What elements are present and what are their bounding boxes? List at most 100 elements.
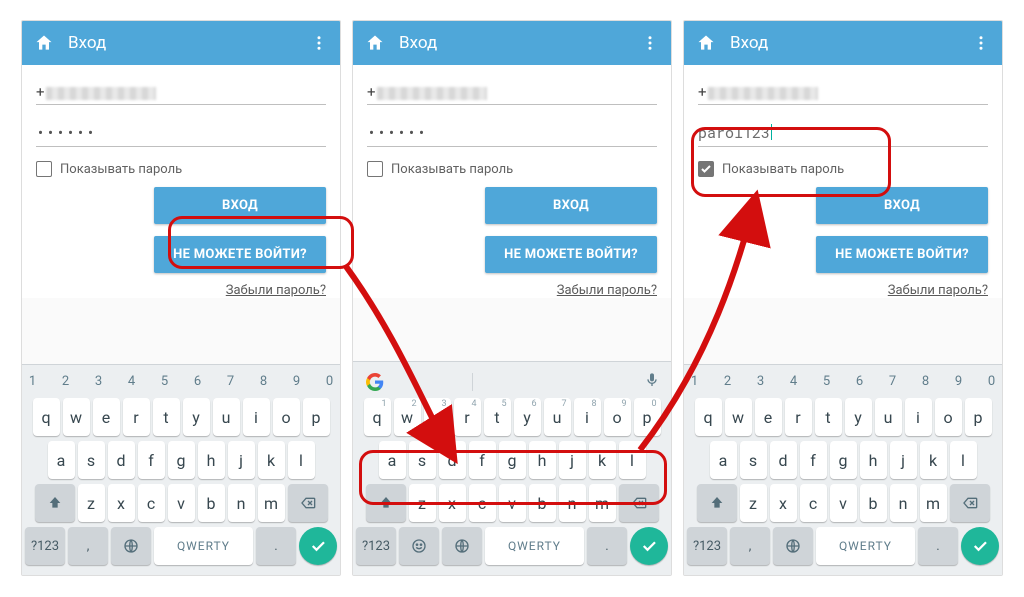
key-e[interactable]: e xyxy=(755,398,782,436)
google-icon[interactable] xyxy=(364,371,386,393)
login-button[interactable]: ВХОД xyxy=(485,187,657,224)
key-d[interactable]: d xyxy=(770,441,797,479)
key-p[interactable]: p0 xyxy=(634,398,661,436)
key-l[interactable]: l xyxy=(619,441,646,479)
more-vert-icon[interactable] xyxy=(972,34,990,52)
key-v[interactable]: v xyxy=(168,484,195,522)
space-key[interactable]: QWERTY xyxy=(816,527,915,565)
key-z[interactable]: z xyxy=(409,484,436,522)
key-n[interactable]: n xyxy=(559,484,586,522)
key-s[interactable]: s xyxy=(740,441,767,479)
key-x[interactable]: x xyxy=(439,484,466,522)
key-4[interactable]: 4 xyxy=(117,369,147,393)
key-2[interactable]: 2 xyxy=(51,369,81,393)
key-period[interactable]: . xyxy=(256,527,296,565)
key-2[interactable]: 2 xyxy=(713,369,743,393)
key-d[interactable]: d xyxy=(439,441,466,479)
forgot-password-link[interactable]: Забыли пароль? xyxy=(367,283,657,298)
key-q[interactable]: q xyxy=(33,398,60,436)
key-i[interactable]: i8 xyxy=(574,398,601,436)
key-7[interactable]: 7 xyxy=(878,369,908,393)
key-y[interactable]: y xyxy=(183,398,210,436)
key-n[interactable]: n xyxy=(890,484,917,522)
key-g[interactable]: g xyxy=(830,441,857,479)
phone-field[interactable]: + xyxy=(36,79,326,105)
password-field[interactable]: •••••• xyxy=(367,119,657,147)
cant-login-button[interactable]: НЕ МОЖЕТЕ ВОЙТИ? xyxy=(816,236,988,273)
key-f[interactable]: f xyxy=(800,441,827,479)
space-key[interactable]: QWERTY xyxy=(154,527,253,565)
login-button[interactable]: ВХОД xyxy=(154,187,326,224)
key-w[interactable]: w2 xyxy=(394,398,421,436)
key-r[interactable]: r xyxy=(785,398,812,436)
key-o[interactable]: o xyxy=(935,398,962,436)
key-y[interactable]: y6 xyxy=(514,398,541,436)
symbols-key[interactable]: ?123 xyxy=(356,527,396,565)
symbols-key[interactable]: ?123 xyxy=(25,527,65,565)
show-password-checkbox[interactable] xyxy=(367,161,383,177)
key-j[interactable]: j xyxy=(559,441,586,479)
key-m[interactable]: m xyxy=(258,484,285,522)
forgot-password-link[interactable]: Забыли пароль? xyxy=(698,283,988,298)
phone-field[interactable]: + xyxy=(698,79,988,105)
show-password-checkbox[interactable] xyxy=(698,161,714,177)
key-v[interactable]: v xyxy=(830,484,857,522)
key-b[interactable]: b xyxy=(860,484,887,522)
show-password-row[interactable]: Показывать пароль xyxy=(367,161,657,177)
enter-key[interactable] xyxy=(961,527,999,565)
symbols-key[interactable]: ?123 xyxy=(687,527,727,565)
key-period[interactable]: . xyxy=(918,527,958,565)
show-password-row[interactable]: Показывать пароль xyxy=(698,161,988,177)
key-3[interactable]: 3 xyxy=(746,369,776,393)
key-t[interactable]: t xyxy=(153,398,180,436)
globe-key[interactable] xyxy=(442,527,482,565)
key-1[interactable]: 1 xyxy=(683,369,710,393)
key-j[interactable]: j xyxy=(890,441,917,479)
home-icon[interactable] xyxy=(34,33,54,53)
key-4[interactable]: 4 xyxy=(779,369,809,393)
key-q[interactable]: q xyxy=(695,398,722,436)
phone-field[interactable]: + xyxy=(367,79,657,105)
backspace-key[interactable] xyxy=(619,484,659,522)
key-m[interactable]: m xyxy=(589,484,616,522)
key-a[interactable]: a xyxy=(710,441,737,479)
key-period[interactable]: . xyxy=(587,527,627,565)
key-0[interactable]: 0 xyxy=(977,369,1004,393)
key-c[interactable]: c xyxy=(800,484,827,522)
key-n[interactable]: n xyxy=(228,484,255,522)
key-w[interactable]: w xyxy=(725,398,752,436)
key-k[interactable]: k xyxy=(920,441,947,479)
key-w[interactable]: w xyxy=(63,398,90,436)
shift-key[interactable] xyxy=(366,484,406,522)
key-i[interactable]: i xyxy=(243,398,270,436)
globe-key[interactable] xyxy=(111,527,151,565)
enter-key[interactable] xyxy=(630,527,668,565)
more-vert-icon[interactable] xyxy=(641,34,659,52)
key-v[interactable]: v xyxy=(499,484,526,522)
home-icon[interactable] xyxy=(365,33,385,53)
key-s[interactable]: s xyxy=(409,441,436,479)
forgot-password-link[interactable]: Забыли пароль? xyxy=(36,283,326,298)
key-t[interactable]: t5 xyxy=(484,398,511,436)
key-9[interactable]: 9 xyxy=(944,369,974,393)
key-x[interactable]: x xyxy=(108,484,135,522)
key-k[interactable]: k xyxy=(258,441,285,479)
key-y[interactable]: y xyxy=(845,398,872,436)
enter-key[interactable] xyxy=(299,527,337,565)
backspace-key[interactable] xyxy=(288,484,328,522)
key-f[interactable]: f xyxy=(469,441,496,479)
key-s[interactable]: s xyxy=(78,441,105,479)
login-button[interactable]: ВХОД xyxy=(816,187,988,224)
key-d[interactable]: d xyxy=(108,441,135,479)
backspace-key[interactable] xyxy=(950,484,990,522)
key-g[interactable]: g xyxy=(168,441,195,479)
key-c[interactable]: c xyxy=(469,484,496,522)
key-1[interactable]: 1 xyxy=(21,369,48,393)
key-u[interactable]: u xyxy=(213,398,240,436)
key-a[interactable]: a xyxy=(379,441,406,479)
space-key[interactable]: QWERTY xyxy=(485,527,584,565)
key-6[interactable]: 6 xyxy=(845,369,875,393)
key-b[interactable]: b xyxy=(198,484,225,522)
cant-login-button[interactable]: НЕ МОЖЕТЕ ВОЙТИ? xyxy=(485,236,657,273)
key-5[interactable]: 5 xyxy=(812,369,842,393)
